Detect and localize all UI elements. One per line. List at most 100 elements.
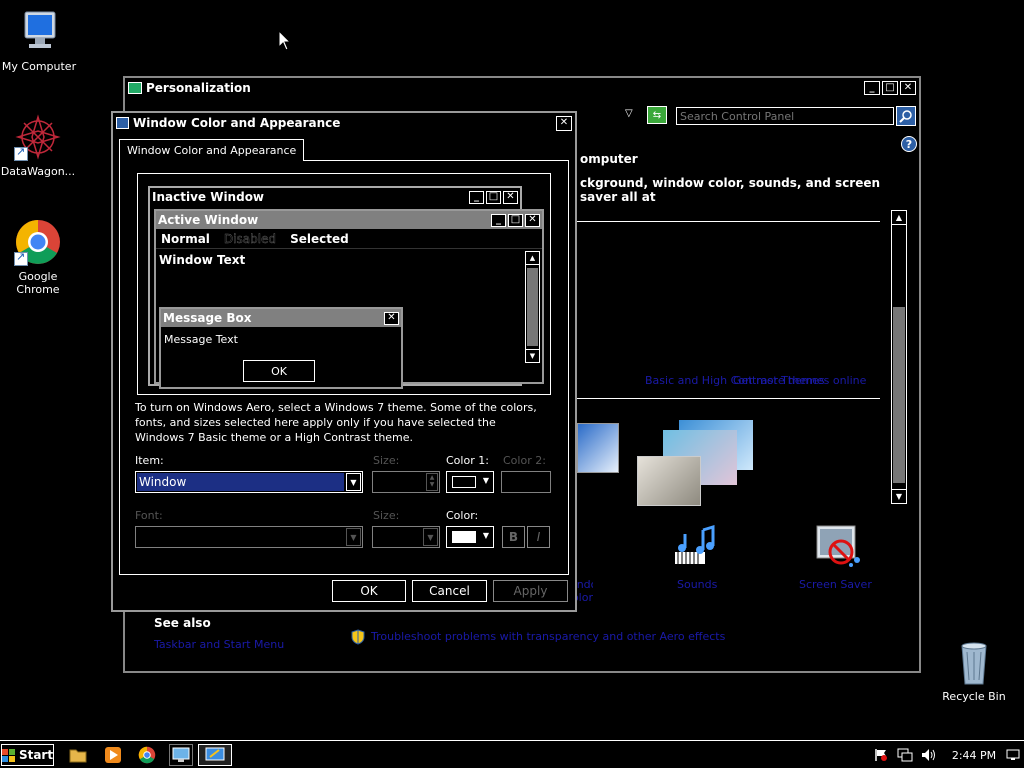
see-also-title: See also — [154, 616, 211, 630]
theme-link[interactable]: Get more themes online — [733, 374, 866, 387]
spinner-icon: ▲ ▼ — [426, 473, 438, 491]
preview-menu-selected: Selected — [290, 231, 349, 246]
sounds-icon — [675, 524, 715, 564]
minimize-button[interactable]: _ — [864, 81, 880, 95]
chrome-taskbar-icon[interactable] — [135, 744, 159, 766]
desktop-icon-google-chrome[interactable]: Google Chrome — [0, 218, 78, 296]
scroll-thumb[interactable] — [893, 307, 905, 483]
search-button[interactable] — [896, 106, 916, 126]
chevron-down-icon: ▼ — [423, 528, 438, 546]
media-player-taskbar-icon[interactable] — [101, 744, 125, 766]
subheading-fragment: ckground, window color, sounds, and scre… — [580, 176, 881, 204]
chevron-down-icon: ▼ — [482, 476, 489, 485]
sounds-item[interactable] — [673, 524, 725, 568]
screen-saver-label[interactable]: Screen Saver — [799, 578, 872, 591]
address-dropdown-icon[interactable]: ▽ — [625, 108, 633, 119]
font-color-picker[interactable]: ▼ — [446, 526, 494, 548]
window-color-dialog: Window Color and Appearance ✕ Window Col… — [111, 111, 577, 612]
font-color-swatch — [452, 531, 476, 543]
network-icon[interactable] — [896, 744, 914, 766]
desktop-icon-label: Recycle Bin — [942, 690, 1006, 703]
chevron-down-icon: ▼ — [346, 528, 361, 546]
preview-close-icon: ✕ — [384, 311, 399, 325]
chevron-down-icon: ▼ — [482, 531, 489, 540]
preview-maximize-icon: □ — [486, 190, 501, 204]
font-size-label: Size: — [373, 509, 400, 522]
font-size-select: ▼ — [372, 526, 440, 548]
cancel-button[interactable]: Cancel — [412, 580, 487, 602]
mouse-cursor-icon — [278, 29, 292, 55]
close-button[interactable]: ✕ — [556, 115, 572, 131]
show-desktop-button[interactable] — [1004, 744, 1022, 766]
scroll-down-arrow[interactable]: ▼ — [892, 489, 906, 503]
preview-close-icon: ✕ — [525, 213, 540, 227]
color2-label: Color 2: — [503, 454, 546, 467]
personalization-taskbar-icon[interactable] — [198, 744, 232, 766]
preview-message-box: Message Box ✕ Message Text OK — [159, 307, 403, 389]
desktop-icon-label: Google Chrome — [16, 270, 60, 296]
preview-menu-bar: Normal Disabled Selected — [156, 229, 542, 249]
divider — [577, 398, 880, 399]
start-button[interactable]: Start — [1, 744, 54, 766]
preview-minimize-icon: _ — [491, 213, 506, 227]
sounds-label[interactable]: Sounds — [677, 578, 717, 591]
item-label: Item: — [135, 454, 164, 467]
refresh-button[interactable]: ⇆ — [647, 106, 667, 124]
preview-msgbox-ok: OK — [243, 360, 315, 382]
color1-label: Color 1: — [446, 454, 489, 467]
clock[interactable]: 2:44 PM — [946, 744, 1002, 766]
italic-button: I — [527, 526, 550, 548]
close-button[interactable]: ✕ — [900, 81, 916, 95]
theme-thumbnail[interactable] — [577, 423, 619, 473]
computer-icon — [15, 8, 63, 56]
preview-scrollbar: ▲ ▼ — [525, 251, 540, 363]
divider — [577, 221, 880, 222]
preview-menu-normal: Normal — [161, 231, 210, 246]
item-select[interactable]: Window ▼ — [135, 471, 363, 493]
taskbar: Start 2:44 PM — [0, 740, 1024, 768]
explorer-taskbar-icon[interactable] — [66, 744, 90, 766]
preview-maximize-icon: □ — [508, 213, 523, 227]
desktop-icon-datawagon[interactable]: DataWagon... — [0, 113, 78, 178]
screen-saver-item[interactable] — [813, 524, 865, 570]
tab-window-color[interactable]: Window Color and Appearance — [119, 139, 305, 161]
see-also-link[interactable]: Troubleshoot problems with transparency … — [371, 630, 725, 643]
desktop-icon-recycle-bin[interactable]: Recycle Bin — [934, 638, 1014, 703]
preview-window-text: Window Text — [159, 253, 246, 267]
ok-button[interactable]: OK — [332, 580, 406, 602]
see-also-link[interactable]: Taskbar and Start Menu — [154, 638, 284, 651]
screen-saver-icon — [816, 525, 860, 567]
datawagon-icon — [14, 113, 62, 161]
apply-button: Apply — [493, 580, 568, 602]
tab-label: Window Color and Appearance — [127, 144, 297, 157]
help-icon[interactable]: ? — [901, 136, 917, 152]
control-panel-taskbar-icon[interactable] — [169, 744, 193, 766]
size-spinner: ▲ ▼ — [372, 471, 440, 493]
search-icon — [899, 110, 912, 123]
desktop-icon-my-computer[interactable]: My Computer — [0, 8, 79, 73]
volume-icon[interactable] — [920, 744, 938, 766]
scroll-up-arrow[interactable]: ▲ — [892, 211, 906, 225]
recycle-bin-icon — [950, 638, 998, 686]
item-selected-value: Window — [137, 473, 344, 491]
font-color-label: Color: — [446, 509, 479, 522]
vertical-scrollbar[interactable]: ▲ ▼ — [891, 210, 907, 504]
preview-msgbox-text: Message Text — [164, 333, 238, 346]
preview-menu-disabled: Disabled — [223, 231, 277, 246]
dialog-app-icon — [116, 117, 129, 129]
color1-swatch — [452, 476, 476, 488]
action-center-flag-icon[interactable] — [873, 744, 889, 766]
desktop-icon-label: My Computer — [1, 60, 77, 73]
shield-icon — [351, 629, 365, 648]
preview-msgbox-title: Message Box — [163, 311, 252, 325]
heading-fragment: omputer — [580, 152, 638, 166]
dialog-title-bar: Window Color and Appearance ✕ — [113, 113, 575, 133]
maximize-button[interactable]: □ — [882, 81, 898, 95]
color1-picker[interactable]: ▼ — [446, 471, 494, 493]
bold-button: B — [502, 526, 525, 548]
chevron-down-icon: ▼ — [346, 473, 361, 491]
aero-info-text: To turn on Windows Aero, select a Window… — [135, 401, 537, 444]
search-input[interactable] — [676, 107, 894, 125]
preview-close-icon: ✕ — [503, 190, 518, 204]
theme-thumbnail-selected[interactable] — [637, 420, 757, 506]
